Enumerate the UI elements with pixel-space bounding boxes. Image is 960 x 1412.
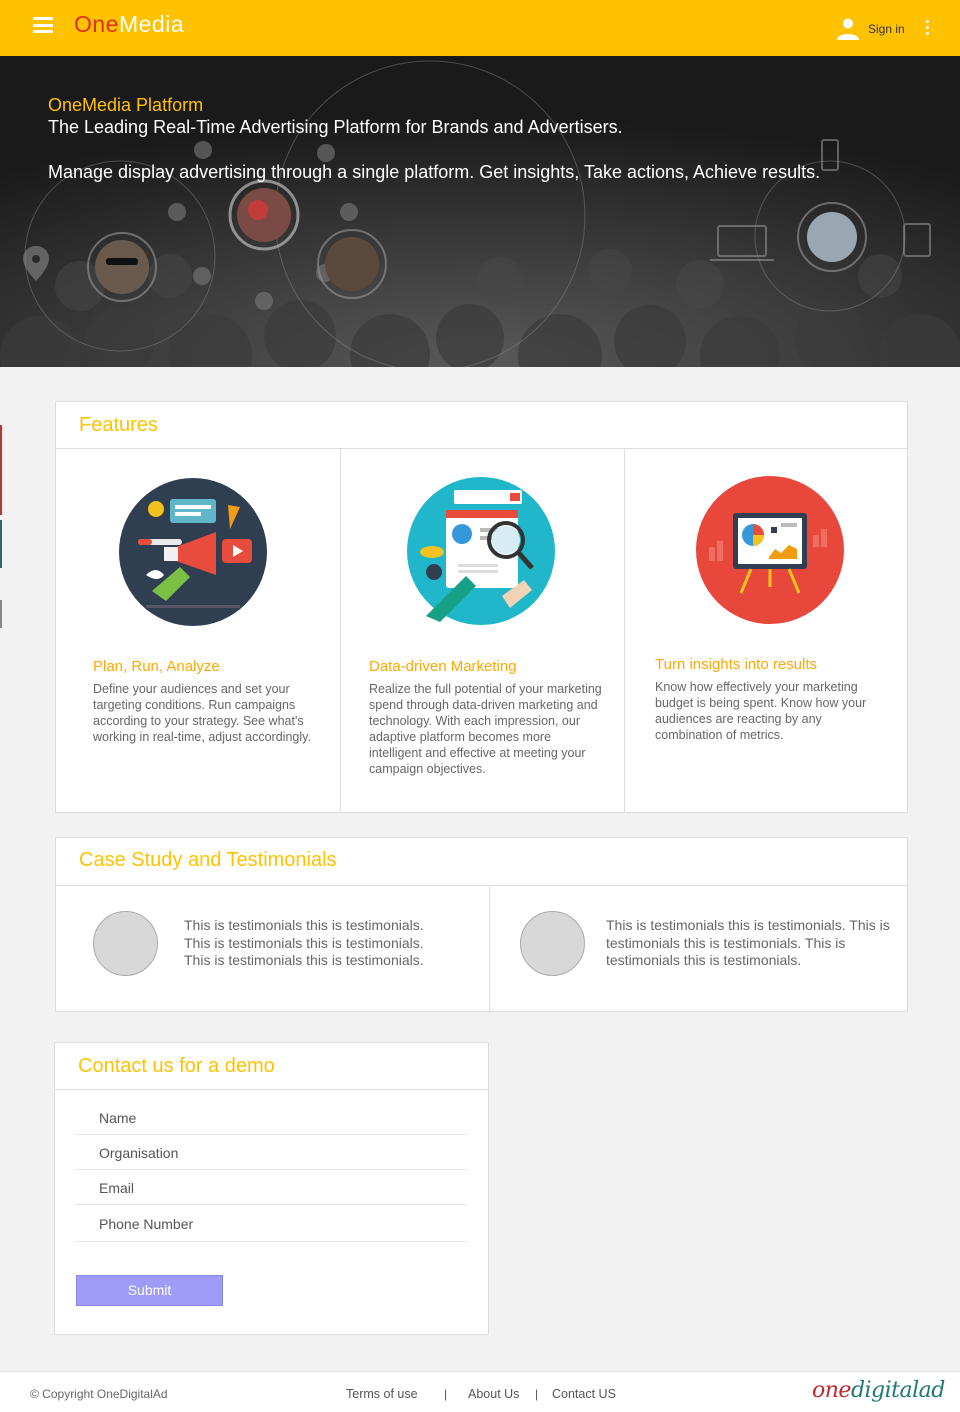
brand-part2: Media	[118, 11, 185, 37]
testimonial-text: This is testimonials this is testimonial…	[606, 917, 890, 968]
onedigitalad-logo[interactable]: onedigitalad	[812, 1378, 945, 1403]
feature-text: Realize the full potential of your marke…	[369, 682, 602, 776]
about-us-link[interactable]: About Us	[468, 1387, 519, 1401]
feature-text: Know how effectively your marketing budg…	[655, 680, 867, 742]
organisation-field[interactable]: Organisation	[75, 1136, 467, 1170]
brand-logo[interactable]: OneMedia	[74, 11, 184, 38]
menu-icon[interactable]	[33, 17, 53, 33]
edge-strip-red	[0, 425, 2, 515]
testimonials-heading: Case Study and Testimonials	[79, 849, 337, 871]
brand-part1: One	[74, 11, 119, 37]
top-bar: OneMedia Sign in	[0, 0, 960, 56]
testimonial-item: This is testimonials this is testimonial…	[56, 886, 489, 1012]
feature-text: Define your audiences and set your targe…	[93, 682, 311, 744]
testimonial-item: This is testimonials this is testimonial…	[489, 886, 908, 1012]
edge-strip-teal	[0, 520, 2, 568]
avatar	[93, 911, 158, 976]
organisation-placeholder: Organisation	[99, 1145, 179, 1161]
testimonial-text: This is testimonials this is testimonial…	[184, 917, 424, 968]
feature-title: Data-driven Marketing	[369, 658, 517, 675]
name-placeholder: Name	[99, 1110, 137, 1126]
signin-link[interactable]: Sign in	[868, 22, 905, 36]
feature-turn-insights-into-results: Turn insights into results Know how effe…	[624, 449, 908, 813]
report-presentation-icon	[696, 476, 844, 624]
user-icon[interactable]	[836, 16, 860, 40]
phone-placeholder: Phone Number	[99, 1216, 194, 1232]
more-options-icon[interactable]	[924, 20, 930, 38]
submit-button[interactable]: Submit	[76, 1275, 223, 1306]
feature-data-driven-marketing: Data-driven Marketing Realize the full p…	[340, 449, 624, 813]
data-search-icon	[407, 477, 555, 625]
contact-form-card: Contact us for a demo Name Organisation …	[54, 1042, 489, 1335]
features-card: Features Plan, Run, Analyze Define your …	[55, 401, 908, 813]
contact-us-link[interactable]: Contact US	[552, 1387, 616, 1401]
email-placeholder: Email	[99, 1180, 135, 1196]
copyright-text: © Copyright OneDigitalAd	[30, 1387, 168, 1401]
avatar	[520, 911, 585, 976]
phone-number-field[interactable]: Phone Number	[75, 1207, 467, 1242]
feature-title: Turn insights into results	[655, 656, 818, 673]
features-heading: Features	[79, 414, 158, 436]
logo-part1: one	[812, 1378, 851, 1403]
feature-plan-run-analyze: Plan, Run, Analyze Define your audiences…	[56, 449, 340, 813]
testimonials-card: Case Study and Testimonials This is test…	[55, 837, 908, 1012]
contact-divider	[55, 1089, 488, 1090]
footer-separator: |	[444, 1387, 448, 1401]
footer-separator: |	[535, 1387, 539, 1401]
edge-strip-gray	[0, 600, 2, 628]
footer: © Copyright OneDigitalAd Terms of use | …	[0, 1371, 960, 1412]
contact-heading: Contact us for a demo	[78, 1055, 275, 1077]
feature-title: Plan, Run, Analyze	[93, 658, 220, 675]
logo-part2: digitalad	[850, 1378, 945, 1403]
hero-title: OneMedia Platform	[48, 95, 204, 115]
hero-banner: OneMedia Platform The Leading Real-Time …	[0, 56, 960, 367]
name-field[interactable]: Name	[75, 1101, 467, 1135]
terms-of-use-link[interactable]: Terms of use	[346, 1387, 418, 1401]
email-field[interactable]: Email	[75, 1171, 467, 1205]
marketing-megaphone-icon	[119, 478, 267, 626]
hero-description: Manage display advertising through a sin…	[48, 162, 821, 182]
hero-subtitle: The Leading Real-Time Advertising Platfo…	[48, 117, 623, 137]
